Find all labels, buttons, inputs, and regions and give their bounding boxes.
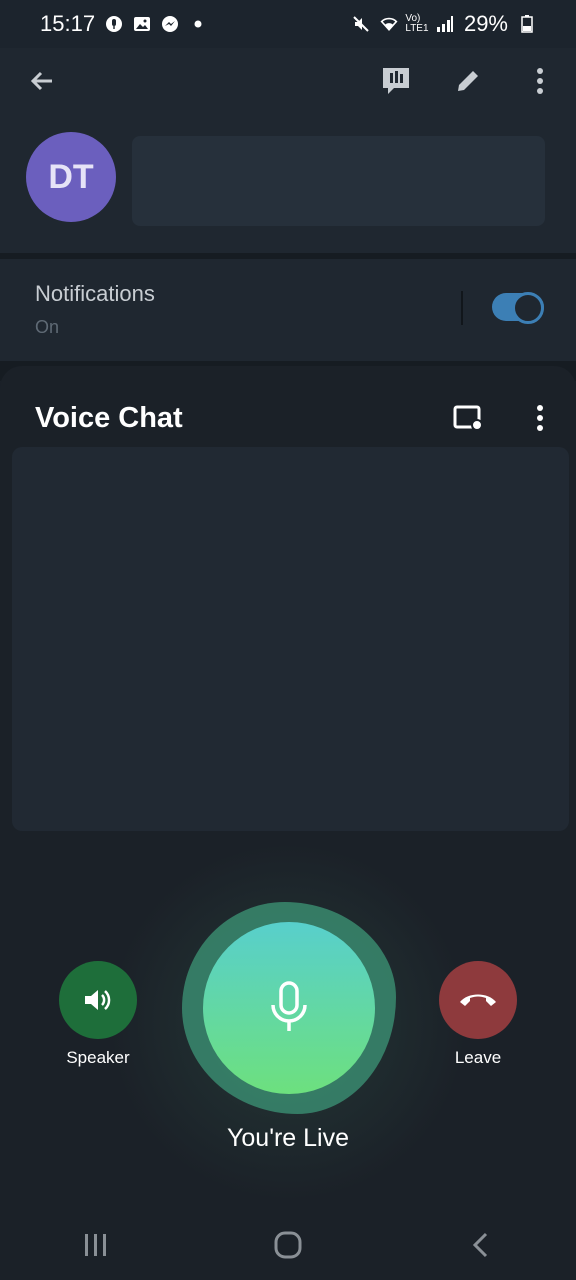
back-icon[interactable] [450,1220,510,1270]
messenger-icon [161,15,179,33]
notifications-toggle[interactable] [492,292,544,324]
dot-icon [189,15,207,33]
hang-up-icon [460,994,496,1006]
status-bar: 15:17 Vo) LTE1 29% [0,0,576,48]
battery-icon [518,15,536,33]
speaker-button[interactable] [59,961,137,1039]
microphone-icon [271,981,307,1031]
recent-apps-icon[interactable] [66,1220,126,1270]
leave-button[interactable] [439,961,517,1039]
battery-percent: 29% [463,11,508,36]
notifications-status: On [35,317,60,337]
group-name-field[interactable] [132,136,545,226]
more-vertical-icon[interactable] [516,57,564,105]
leave-label: Leave [454,1048,502,1067]
screen-share-icon[interactable] [444,394,492,442]
lte-icon: Vo) LTE1 [405,13,429,34]
live-status-label: You're Live [227,1124,349,1152]
live-stream-icon[interactable] [372,57,420,105]
gallery-icon [133,15,151,33]
toggle-knob [512,292,544,324]
profile-header: DT [0,48,576,253]
voice-chat-sheet: Voice Chat Speaker Leave You're Live [0,366,576,1280]
back-arrow-icon[interactable] [18,57,66,105]
status-time: 15:17 [40,11,96,36]
mute-icon [352,15,370,33]
podcast-icon [105,15,123,33]
wifi-icon [380,15,398,33]
voice-chat-title: Voice Chat [35,402,183,434]
notifications-row[interactable]: Notifications On [0,259,576,361]
row-divider [461,291,463,325]
notifications-title: Notifications [35,281,155,306]
avatar[interactable]: DT [26,132,116,222]
speaker-label: Speaker [66,1048,130,1067]
more-vertical-icon[interactable] [516,394,564,442]
signal-icon [436,15,454,33]
home-icon[interactable] [258,1220,318,1270]
pencil-icon[interactable] [444,57,492,105]
mute-toggle-button[interactable] [203,922,375,1094]
system-nav-bar [0,1210,576,1280]
participants-list [12,447,569,831]
speaker-icon [85,990,111,1010]
